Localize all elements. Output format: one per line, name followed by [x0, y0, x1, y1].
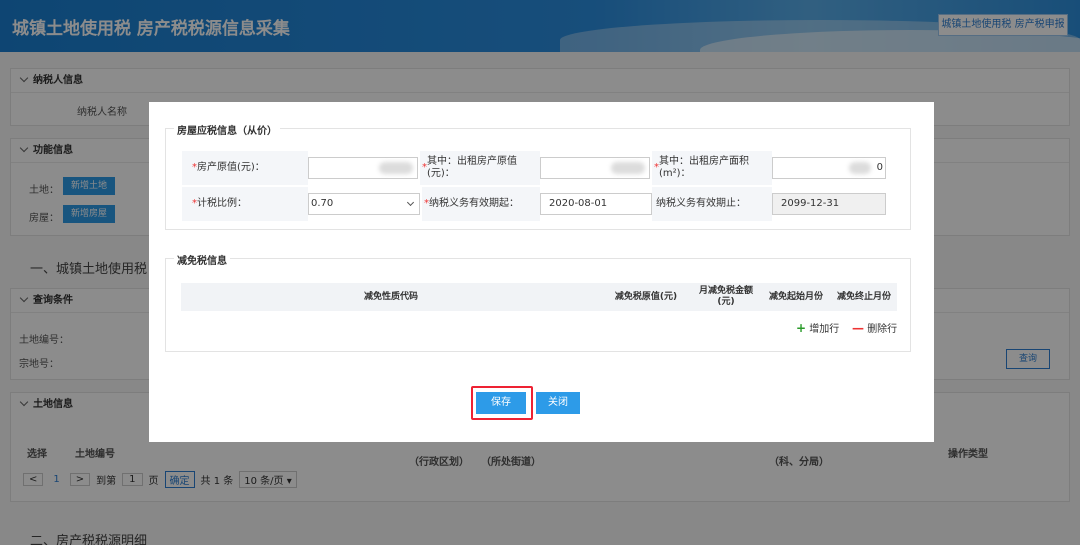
house-info-modal: 房屋应税信息（从价） * 房产原值(元)： * 其中：出租房产原值(元)： * 其中：… — [149, 102, 934, 442]
original-value-label: * 房产原值(元)： — [182, 151, 308, 185]
relief-table-header: 减免性质代码 减免税原值(元) 月减免税金额(元) 减免起始月份 减免终止月份 — [181, 283, 897, 311]
ratio-label: * 计税比例： — [182, 187, 308, 221]
col-relief-start: 减免起始月份 — [768, 291, 823, 302]
chevron-down-icon — [406, 198, 415, 207]
original-value-input[interactable] — [308, 157, 418, 179]
house-tax-fieldset: 房屋应税信息（从价） * 房产原值(元)： * 其中：出租房产原值(元)： * 其中：… — [165, 122, 911, 230]
rent-area-label: * 其中：出租房产面积(m²)： — [652, 151, 772, 185]
house-section-title: 房屋应税信息（从价） — [174, 122, 280, 137]
rent-original-input[interactable] — [540, 157, 650, 179]
relief-section-title: 减免税信息 — [174, 252, 230, 267]
col-relief-end: 减免终止月份 — [836, 291, 891, 302]
rent-original-label: * 其中：出租房产原值(元)： — [420, 151, 540, 185]
plus-icon: + — [796, 321, 807, 335]
delete-row-button[interactable]: — 删除行 — [852, 320, 897, 335]
ratio-select[interactable]: 0.70 — [308, 193, 420, 215]
col-monthly-relief: 月减免税金额(元) — [698, 286, 753, 307]
start-date-label: * 纳税义务有效期起： — [422, 187, 540, 221]
rent-area-input[interactable]: 0 — [772, 157, 886, 179]
start-date-input[interactable]: 2020-08-01 — [540, 193, 652, 215]
col-relief-code: 减免性质代码 — [363, 291, 418, 302]
end-date-input: 2099-12-31 — [772, 193, 886, 215]
col-relief-original: 减免税原值(元) — [614, 291, 678, 302]
close-button[interactable]: 关闭 — [536, 392, 580, 414]
add-row-button[interactable]: + 增加行 — [796, 320, 839, 335]
minus-icon: — — [852, 321, 864, 335]
save-button[interactable]: 保存 — [476, 392, 526, 414]
end-date-label: 纳税义务有效期止： — [652, 187, 772, 221]
relief-fieldset: 减免税信息 减免性质代码 减免税原值(元) 月减免税金额(元) 减免起始月份 减… — [165, 252, 911, 352]
